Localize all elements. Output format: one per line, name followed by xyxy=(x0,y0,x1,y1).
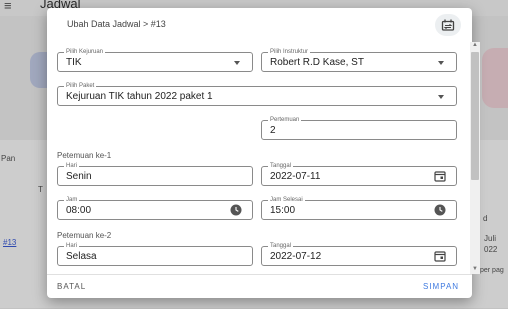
chevron-down-icon xyxy=(438,95,444,99)
cancel-button[interactable]: BATAL xyxy=(57,282,86,291)
dialog-body: Pilih Kejuruan TIK Pilih Instruktur Robe… xyxy=(47,42,472,274)
kejuruan-select[interactable]: Pilih Kejuruan TIK xyxy=(57,48,253,72)
meeting-1-jam-selesai-field[interactable]: Jam Selesai 15:00 xyxy=(261,196,457,220)
clock-icon[interactable] xyxy=(230,204,242,216)
instruktur-value: Robert R.D Kase, ST xyxy=(270,57,364,68)
meeting-2-tanggal-field[interactable]: Tanggal 2022-07-12 xyxy=(261,242,457,266)
meeting-1-jam-field[interactable]: Jam 08:00 xyxy=(57,196,253,220)
kejuruan-label: Pilih Kejuruan xyxy=(64,48,106,56)
instruktur-select[interactable]: Pilih Instruktur Robert R.D Kase, ST xyxy=(261,48,457,72)
meeting-1-tanggal-field[interactable]: Tanggal 2022-07-11 xyxy=(261,162,457,186)
jam-selesai-label: Jam Selesai xyxy=(268,196,305,204)
hari-value: Senin xyxy=(66,171,92,182)
jam-value: 08:00 xyxy=(66,205,92,216)
dialog-title: Ubah Data Jadwal > #13 xyxy=(67,19,166,29)
chevron-down-icon xyxy=(438,61,444,65)
calendar-icon[interactable] xyxy=(434,170,446,182)
edit-schedule-dialog: Ubah Data Jadwal > #13 Pilih Kejuruan TI… xyxy=(47,8,480,299)
paket-select[interactable]: Pilih Paket Kejuruan TIK tahun 2022 pake… xyxy=(57,82,457,106)
tanggal-value: 2022-07-11 xyxy=(270,171,321,182)
dialog-scrollbar[interactable]: ▲ ▼ xyxy=(470,42,480,274)
hari-label: Hari xyxy=(64,162,80,170)
clock-icon[interactable] xyxy=(434,204,446,216)
meeting-1-heading: Petemuan ke-1 xyxy=(57,151,112,160)
tanggal-label: Tanggal xyxy=(268,242,294,250)
pertemuan-label: Pertemuan xyxy=(268,116,302,124)
scrollbar-thumb[interactable] xyxy=(471,52,479,180)
pertemuan-input[interactable]: Pertemuan 2 xyxy=(261,116,457,140)
hari-value: Selasa xyxy=(66,251,97,262)
instruktur-label: Pilih Instruktur xyxy=(268,48,311,56)
calendar-icon[interactable] xyxy=(434,250,446,262)
dialog-actions: BATAL SIMPAN xyxy=(47,274,472,299)
tanggal-value: 2022-07-12 xyxy=(270,251,322,262)
jam-selesai-value: 15:00 xyxy=(270,205,296,216)
chevron-down-icon xyxy=(234,61,240,65)
scroll-up-arrow-icon[interactable]: ▲ xyxy=(472,42,478,48)
tanggal-label: Tanggal xyxy=(268,162,294,170)
save-button[interactable]: SIMPAN xyxy=(423,282,459,291)
hari-label: Hari xyxy=(64,242,80,250)
swap-calendar-icon xyxy=(441,19,455,31)
scroll-down-arrow-icon[interactable]: ▼ xyxy=(472,266,478,272)
jam-label: Jam xyxy=(64,196,80,204)
paket-label: Pilih Paket xyxy=(64,82,97,90)
meeting-2-hari-field[interactable]: Hari Selasa xyxy=(57,242,253,266)
meeting-2-heading: Petemuan ke-2 xyxy=(57,231,112,240)
swap-calendar-button[interactable] xyxy=(435,14,461,36)
paket-value: Kejuruan TIK tahun 2022 paket 1 xyxy=(66,91,213,102)
kejuruan-value: TIK xyxy=(66,57,82,68)
meeting-1-hari-field[interactable]: Hari Senin xyxy=(57,162,253,186)
pertemuan-value: 2 xyxy=(270,125,276,136)
